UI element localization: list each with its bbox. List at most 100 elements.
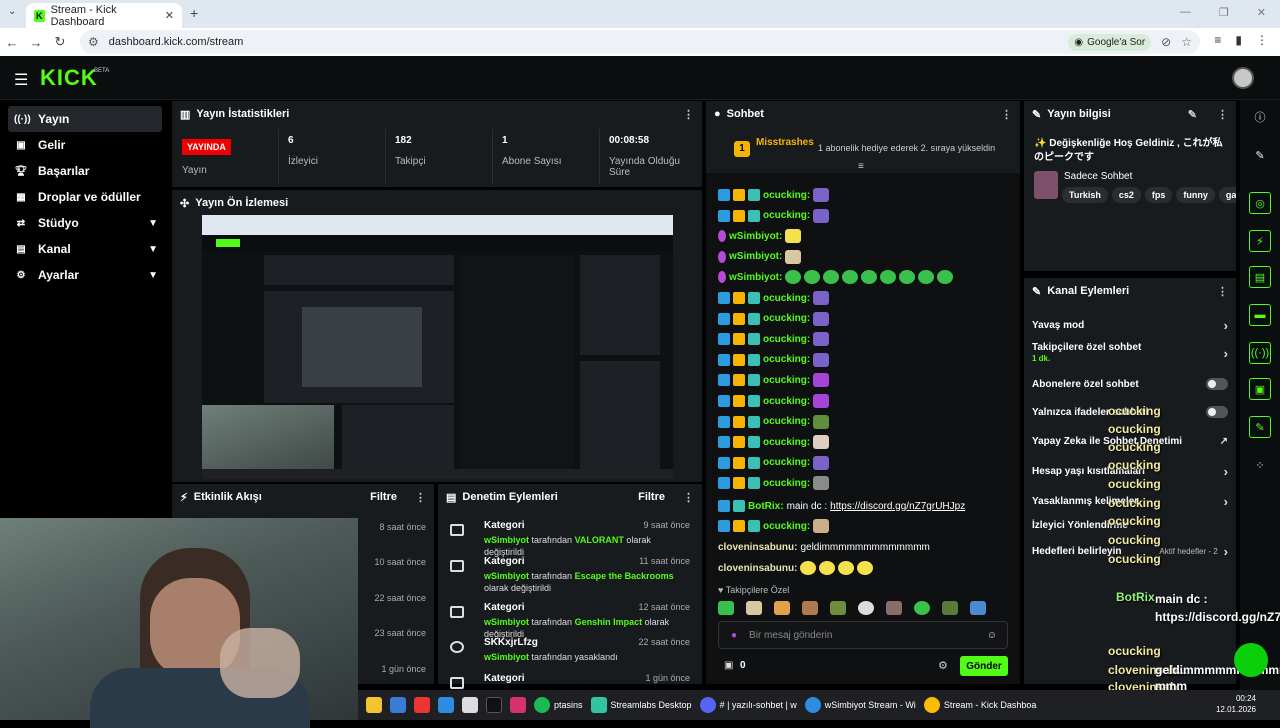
sidebar-item-droplar[interactable]: ▦ Droplar ve ödüller bbox=[8, 184, 162, 210]
youtube-icon[interactable] bbox=[414, 697, 430, 713]
maximize-icon[interactable]: ❐ bbox=[1219, 6, 1229, 19]
activity-filter-button[interactable]: Filtre bbox=[370, 491, 397, 503]
sidebar-item-yayin[interactable]: ((·)) Yayın bbox=[8, 106, 162, 132]
extension-icon[interactable]: ▮ bbox=[1235, 33, 1242, 47]
lightning-icon[interactable]: ⚡︎ bbox=[1249, 230, 1271, 252]
edge-icon[interactable] bbox=[438, 697, 454, 713]
info-icon[interactable]: ⓘ bbox=[1249, 106, 1271, 128]
site-info-icon[interactable]: ⚙ bbox=[88, 35, 99, 49]
instagram-icon[interactable] bbox=[510, 697, 526, 713]
chat-username[interactable]: ocucking: bbox=[763, 293, 810, 304]
close-window-icon[interactable]: ✕ bbox=[1257, 6, 1266, 19]
menu-icon[interactable]: ☰ bbox=[14, 70, 28, 90]
chat-username[interactable]: cloveninsabunu: bbox=[718, 542, 797, 553]
forward-icon[interactable]: → bbox=[24, 35, 48, 50]
chat-username[interactable]: ocucking: bbox=[763, 437, 810, 448]
moderation-filter-button[interactable]: Filtre bbox=[638, 491, 665, 503]
bookmark-star-icon[interactable]: ☆ bbox=[1181, 35, 1192, 49]
collapse-icon[interactable]: ≡ bbox=[858, 161, 864, 172]
taskbar-item[interactable]: # | yazılı-sohbet | w bbox=[699, 697, 797, 713]
reload-icon[interactable]: ↻ bbox=[48, 34, 72, 50]
emote-icon[interactable] bbox=[914, 601, 930, 615]
more-options-icon[interactable]: ⋮ bbox=[1217, 285, 1228, 298]
more-options-icon[interactable]: ⋮ bbox=[683, 491, 694, 504]
browser-tab[interactable]: K Stream - Kick Dashboard ✕ bbox=[26, 3, 182, 28]
emote-icon[interactable] bbox=[942, 601, 958, 615]
action-label: Yavaş mod bbox=[1032, 320, 1085, 331]
back-icon[interactable]: ← bbox=[0, 35, 24, 50]
emote-icon[interactable] bbox=[718, 601, 734, 615]
more-options-icon[interactable]: ⋮ bbox=[1217, 108, 1228, 121]
preview-toggle-icon[interactable]: ◎ bbox=[1249, 192, 1271, 214]
sidebar-item-studyo[interactable]: ⇄ Stüdyo ▼ bbox=[8, 210, 162, 236]
edit-icon[interactable]: ✎ bbox=[1188, 108, 1197, 121]
new-tab-icon[interactable]: + bbox=[190, 5, 198, 21]
emoji-icon[interactable]: ☺ bbox=[987, 630, 997, 641]
chat-username[interactable]: ocucking: bbox=[763, 354, 810, 365]
chat-username[interactable]: ocucking: bbox=[763, 457, 810, 468]
action-followers-only[interactable]: Takipçilere özel sohbet 1 dk. › bbox=[1032, 342, 1228, 364]
chat-settings-icon[interactable]: ⚙ bbox=[938, 659, 948, 672]
taskbar-item[interactable]: ptasins bbox=[534, 697, 583, 713]
sidebar-item-kanal[interactable]: ▤ Kanal ▼ bbox=[8, 236, 162, 262]
emote-icon[interactable] bbox=[858, 601, 874, 615]
chat-username[interactable]: ocucking: bbox=[763, 313, 810, 324]
url-field[interactable]: ⚙ dashboard.kick.com/stream ◉ Google'a So… bbox=[80, 30, 1200, 54]
system-clock[interactable]: 00:24 12.01.2026 bbox=[1216, 693, 1256, 715]
chat-username[interactable]: wSimbiyot: bbox=[729, 231, 782, 242]
taskbar-item[interactable]: wSimbiyot Stream - Wi bbox=[804, 697, 916, 713]
google-sor-button[interactable]: ◉ Google'a Sor bbox=[1068, 33, 1152, 51]
chat-username[interactable]: ocucking: bbox=[763, 210, 810, 221]
chat-username[interactable]: ocucking: bbox=[763, 334, 810, 345]
chat-username[interactable]: ocucking: bbox=[763, 190, 810, 201]
hide-icon[interactable]: ⊘ bbox=[1161, 35, 1171, 49]
panel-icon[interactable]: ▣ bbox=[1249, 378, 1271, 400]
sidebar-item-basarilar[interactable]: 🏆︎ Başarılar bbox=[8, 158, 162, 184]
chat-username[interactable]: ocucking: bbox=[763, 375, 810, 386]
store-icon[interactable] bbox=[390, 697, 406, 713]
chat-input[interactable]: ● Bir mesaj gönderin ☺ bbox=[718, 621, 1008, 649]
taskbar-item[interactable]: Stream - Kick Dashboa bbox=[923, 697, 1036, 713]
more-options-icon[interactable]: ⋮ bbox=[683, 108, 694, 121]
action-slow-mode[interactable]: Yavaş mod › bbox=[1032, 318, 1228, 333]
edit-icon[interactable]: ✎ bbox=[1249, 144, 1271, 166]
chat-username[interactable]: wSimbiyot: bbox=[729, 272, 782, 283]
emote-icon[interactable] bbox=[886, 601, 902, 615]
close-tab-icon[interactable]: ✕ bbox=[165, 9, 174, 22]
sidebar-item-gelir[interactable]: ▣ Gelir bbox=[8, 132, 162, 158]
tiktok-icon[interactable] bbox=[486, 697, 502, 713]
broadcast-icon[interactable]: ((·)) bbox=[1249, 342, 1271, 364]
more-options-icon[interactable]: ⋮ bbox=[415, 491, 426, 504]
emote-icon[interactable] bbox=[746, 601, 762, 615]
explorer-icon[interactable] bbox=[366, 697, 382, 713]
kick-logo[interactable]: KICK bbox=[40, 65, 98, 91]
user-avatar[interactable] bbox=[1232, 67, 1254, 89]
chat-username[interactable]: wSimbiyot: bbox=[729, 251, 782, 262]
emote-icon[interactable] bbox=[970, 601, 986, 615]
tab-search-icon[interactable]: ⌄ bbox=[8, 6, 16, 17]
emote-icon[interactable] bbox=[830, 601, 846, 615]
media-icon[interactable]: ≡ bbox=[1214, 33, 1221, 47]
chat-username[interactable]: BotRix: bbox=[748, 501, 784, 512]
chat-bubble-icon[interactable]: ▬ bbox=[1249, 304, 1271, 326]
browser-menu-icon[interactable]: ⋮ bbox=[1256, 33, 1268, 47]
emote-icon[interactable] bbox=[802, 601, 818, 615]
sidebar-item-ayarlar[interactable]: ⚙ Ayarlar ▼ bbox=[8, 262, 162, 288]
stream-preview-video[interactable] bbox=[202, 215, 673, 479]
taskbar-item[interactable]: Streamlabs Desktop bbox=[590, 697, 692, 713]
toggle-switch[interactable] bbox=[1206, 378, 1228, 390]
capcut-icon[interactable] bbox=[462, 697, 478, 713]
sub-badge-icon bbox=[748, 209, 760, 222]
chat-username[interactable]: cloveninsabunu: bbox=[718, 563, 797, 574]
chat-username[interactable]: ocucking: bbox=[763, 478, 810, 489]
send-button[interactable]: Gönder bbox=[960, 656, 1008, 676]
more-options-icon[interactable]: ⋮ bbox=[1001, 108, 1012, 121]
chat-username[interactable]: ocucking: bbox=[763, 416, 810, 427]
emote-icon[interactable] bbox=[774, 601, 790, 615]
action-subscribers-only[interactable]: Abonelere özel sohbet bbox=[1032, 378, 1228, 390]
chat-username[interactable]: ocucking: bbox=[763, 521, 810, 532]
minimize-icon[interactable]: — bbox=[1180, 6, 1191, 19]
chat-username[interactable]: ocucking: bbox=[763, 396, 810, 407]
list-icon[interactable]: ▤ bbox=[1249, 266, 1271, 288]
discord-link[interactable]: https://discord.gg/nZ7grUHJpz bbox=[830, 501, 965, 512]
